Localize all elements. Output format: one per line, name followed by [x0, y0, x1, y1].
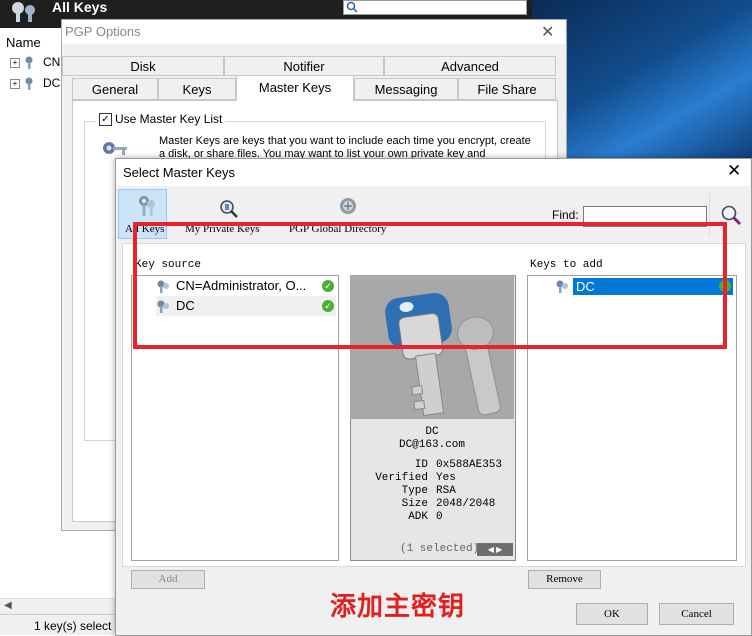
- prev-arrow-icon[interactable]: ◀: [488, 545, 494, 554]
- tab-disk[interactable]: Disk: [62, 56, 224, 76]
- detail-row: ADK 0: [408, 511, 443, 523]
- tab-messaging[interactable]: Messaging: [354, 78, 458, 100]
- checkbox-label: Use Master Key List: [115, 112, 223, 126]
- next-arrow-icon[interactable]: ▶: [496, 545, 502, 554]
- tree-item[interactable]: + CN: [10, 55, 60, 70]
- use-master-key-list-checkbox[interactable]: ✓ Use Master Key List: [96, 112, 226, 127]
- detail-row: ID 0x588AE353: [414, 459, 503, 471]
- all-keys-icon: [139, 196, 155, 216]
- highlight-box: [133, 222, 727, 349]
- cancel-button[interactable]: Cancel: [659, 603, 734, 625]
- horizontal-scrollbar[interactable]: ◀: [0, 598, 116, 615]
- tab-keys[interactable]: Keys: [158, 78, 236, 100]
- pgp-global-directory-icon: [340, 198, 356, 214]
- background-search-input[interactable]: [343, 0, 527, 15]
- tab-advanced[interactable]: Advanced: [384, 56, 556, 76]
- scroll-left-icon[interactable]: ◀: [4, 600, 12, 611]
- selected-count: (1 selected): [400, 543, 480, 555]
- select-dialog-title: Select Master Keys: [123, 165, 235, 180]
- ok-button[interactable]: OK: [576, 603, 648, 625]
- name-column-header[interactable]: Name: [6, 35, 41, 50]
- key-icon: [25, 77, 33, 91]
- preview-nav-buttons[interactable]: ◀ ▶: [477, 543, 513, 556]
- close-icon[interactable]: ✕: [727, 161, 741, 181]
- remove-button[interactable]: Remove: [528, 570, 601, 589]
- tab-general[interactable]: General: [72, 78, 158, 100]
- expand-icon[interactable]: +: [10, 57, 20, 68]
- checkmark-icon: ✓: [99, 113, 112, 127]
- preview-key-name: DC: [425, 426, 439, 438]
- close-icon[interactable]: ✕: [541, 22, 554, 42]
- tree-item-label: DC: [43, 76, 61, 90]
- detail-row: Size 2048/2048: [401, 498, 496, 510]
- tab-notifier[interactable]: Notifier: [224, 56, 384, 76]
- tab-file-share[interactable]: File Share: [458, 78, 556, 100]
- status-text: 1 key(s) select: [34, 619, 112, 633]
- preview-key-email: DC@163.com: [398, 439, 465, 451]
- search-icon: [346, 1, 358, 13]
- tree-item[interactable]: + DC: [10, 76, 60, 91]
- annotation-caption: 添加主密钥: [330, 592, 466, 622]
- detail-row: Type RSA: [401, 485, 456, 497]
- background-key-list: [0, 28, 62, 634]
- options-dialog-title: PGP Options: [65, 24, 141, 39]
- my-private-keys-icon: [220, 200, 238, 218]
- key-icon: [25, 56, 33, 70]
- tree-item-label: CN: [43, 55, 61, 69]
- keys-logo-icon: [12, 2, 35, 22]
- expand-icon[interactable]: +: [10, 78, 20, 89]
- tab-master-keys[interactable]: Master Keys: [236, 75, 354, 101]
- detail-row: Verified Yes: [375, 472, 456, 484]
- find-label: Find:: [552, 208, 579, 222]
- add-button[interactable]: Add: [131, 570, 205, 589]
